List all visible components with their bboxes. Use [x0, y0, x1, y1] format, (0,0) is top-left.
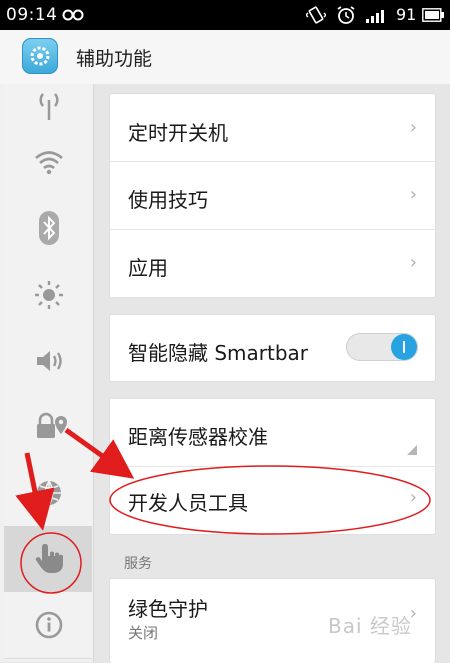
info-icon [35, 611, 63, 639]
section-header-services: 服务 [124, 556, 152, 572]
status-time: 09:14 [6, 5, 58, 25]
alarm-icon [337, 6, 355, 24]
chevron-right-icon: › [409, 487, 417, 508]
sidebar-item-network[interactable] [4, 84, 92, 131]
setting-apps[interactable]: 应用 › [110, 230, 435, 296]
watermark: Bai 经验 [328, 614, 412, 638]
battery-icon [422, 8, 444, 22]
setting-label: 绿色守护 [128, 597, 208, 621]
setting-label: 智能隐藏 Smartbar [128, 341, 309, 365]
brightness-icon [35, 281, 63, 309]
settings-group-general: 定时开关机 › 使用技巧 › 应用 › [109, 93, 436, 298]
signal-icon [366, 10, 384, 23]
expand-corner-icon [407, 445, 417, 455]
chevron-right-icon: › [409, 117, 417, 138]
status-bar: 09:14 91 [0, 0, 450, 30]
sidebar-item-security[interactable] [4, 394, 92, 461]
app-bar: 辅助功能 [0, 30, 450, 84]
settings-app-icon[interactable] [22, 38, 58, 74]
setting-label: 定时开关机 [128, 121, 228, 145]
sidebar [0, 84, 94, 662]
sidebar-item-accessibility[interactable] [4, 526, 92, 593]
sidebar-item-sound[interactable] [4, 328, 92, 395]
settings-group-smartbar: 智能隐藏 Smartbar [109, 314, 436, 382]
toggle-knob [391, 334, 417, 360]
setting-label: 距离传感器校准 [128, 425, 268, 449]
battery-percent: 91 [396, 5, 417, 24]
wifi-icon [35, 151, 63, 175]
setting-smartbar[interactable]: 智能隐藏 Smartbar [110, 315, 435, 381]
setting-scheduled-power[interactable]: 定时开关机 › [110, 94, 435, 162]
vibrate-icon [306, 6, 326, 24]
bluetooth-icon [39, 211, 59, 245]
setting-label: 使用技巧 [128, 188, 208, 212]
antenna-icon [39, 93, 59, 120]
hand-pointer-icon [35, 544, 63, 573]
setting-label: 应用 [128, 256, 168, 280]
sidebar-item-display[interactable] [4, 262, 92, 329]
smartbar-toggle[interactable] [346, 333, 418, 361]
volume-icon [37, 351, 62, 371]
lock-location-icon [37, 412, 67, 438]
setting-status: 关闭 [128, 624, 159, 642]
setting-developer-tools[interactable]: 开发人员工具 › [110, 467, 435, 533]
setting-tips[interactable]: 使用技巧 › [110, 162, 435, 230]
sidebar-item-wifi[interactable] [4, 130, 92, 197]
setting-label: 开发人员工具 [128, 491, 248, 515]
chevron-right-icon: › [409, 184, 417, 205]
sidebar-item-bluetooth[interactable] [4, 196, 92, 263]
setting-proximity-calibration[interactable]: 距离传感器校准 [110, 399, 435, 467]
page-title: 辅助功能 [76, 48, 153, 70]
settings-group-advanced: 距离传感器校准 开发人员工具 › [109, 398, 436, 535]
link-icon [62, 9, 84, 21]
sidebar-item-about[interactable] [4, 592, 92, 659]
sidebar-item-language[interactable] [4, 460, 92, 527]
chevron-right-icon: › [409, 252, 417, 273]
globe-icon [37, 480, 61, 506]
